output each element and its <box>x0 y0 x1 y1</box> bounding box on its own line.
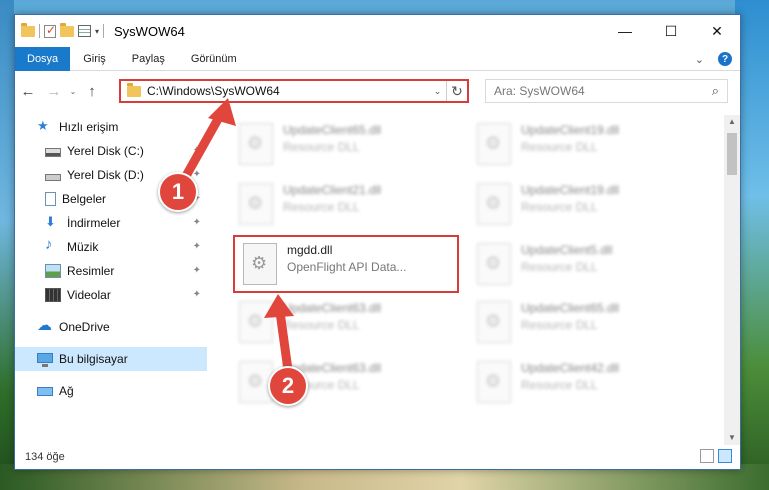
step-badge-2: 2 <box>268 366 308 406</box>
arrow-1-shaft <box>181 107 227 181</box>
arrow-2-shaft <box>275 307 293 375</box>
arrow-2-head <box>264 294 294 318</box>
step-badge-1: 1 <box>158 172 198 212</box>
annotation-arrows <box>181 98 294 375</box>
